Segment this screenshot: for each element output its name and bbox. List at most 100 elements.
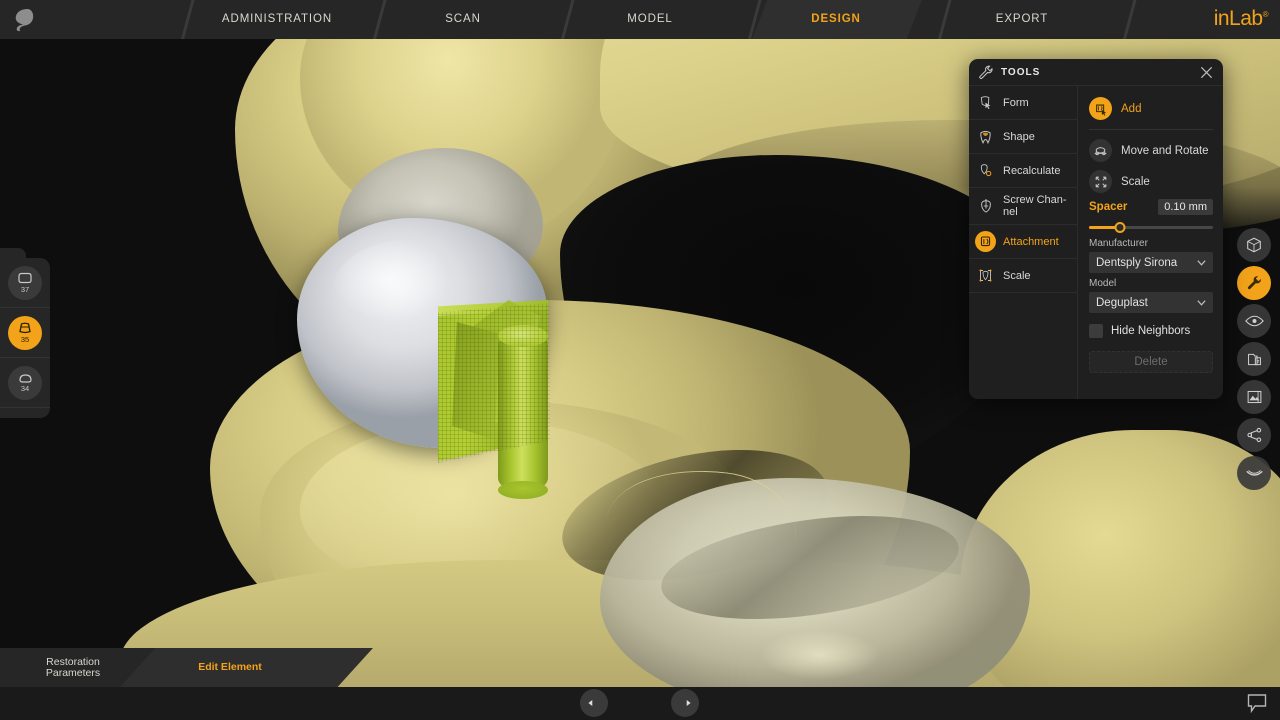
nav-separator (735, 0, 775, 39)
action-scale[interactable]: Scale (1089, 166, 1213, 197)
tooth-cursor-icon (975, 92, 996, 113)
connect-link-icon[interactable] (1237, 418, 1271, 452)
spacer-label: Spacer (1089, 201, 1127, 213)
arrow-right-icon (678, 697, 692, 709)
image-gallery-icon[interactable] (1237, 380, 1271, 414)
nav-tab-scan[interactable]: SCAN (400, 0, 526, 39)
attachment-icon (979, 235, 992, 248)
tools-list: Form Shape (969, 86, 1078, 399)
model-select[interactable]: Deguplast (1089, 292, 1213, 313)
tooth-item-37[interactable]: 37 (0, 258, 50, 308)
wrench-icon (1245, 274, 1263, 292)
tooth-selection-rail: 37 35 34 (0, 258, 50, 418)
sirona-logo-icon[interactable] (13, 8, 35, 32)
hide-neighbors-row[interactable]: Hide Neighbors (1089, 324, 1213, 338)
tool-label: Screw Chan- nel (1003, 194, 1067, 218)
arrow-left-icon (587, 697, 601, 709)
tooth-item-35[interactable]: 35 (0, 308, 50, 358)
hide-neighbors-checkbox[interactable] (1089, 324, 1103, 338)
jaw-arch-icon[interactable] (1237, 456, 1271, 490)
3d-object-icon[interactable] (1237, 228, 1271, 262)
action-add[interactable]: Add (1089, 93, 1213, 124)
nav-separator (548, 0, 588, 39)
hide-neighbors-label: Hide Neighbors (1111, 325, 1190, 337)
attachment-cylinder[interactable] (498, 332, 548, 492)
eye-icon (1245, 314, 1264, 328)
tool-item-screw-channel[interactable]: Screw Chan- nel (969, 188, 1077, 225)
tooth-icon-35: 35 (8, 316, 42, 350)
image-icon (1246, 389, 1263, 405)
delete-button[interactable]: Delete (1089, 351, 1213, 373)
manufacturer-select[interactable]: Dentsply Sirona (1089, 252, 1213, 273)
tab-restoration-parameters[interactable]: Restoration Parameters (18, 648, 128, 687)
nav-tab-model[interactable]: MODEL (590, 0, 710, 39)
scale-bbox-icon (975, 265, 996, 286)
action-label: Move and Rotate (1121, 145, 1209, 157)
wrench-tools-icon[interactable] (1237, 266, 1271, 300)
brand-text: inLab (1214, 7, 1263, 30)
tooth-number-label: 37 (21, 286, 29, 293)
manufacturer-label: Manufacturer (1089, 238, 1213, 249)
comment-bubble-icon[interactable] (1246, 692, 1268, 714)
tooth-icon (18, 373, 33, 384)
recalculate-icon (978, 163, 993, 178)
attachment-cylinder-top-cap (498, 325, 548, 347)
nav-tab-design[interactable]: DESIGN (776, 0, 896, 39)
spacer-value-field[interactable]: 0.10 mm (1158, 199, 1213, 215)
nav-tab-export[interactable]: EXPORT (962, 0, 1082, 39)
tool-label: Form (1003, 97, 1029, 109)
recalculate-icon (975, 160, 996, 181)
tool-item-scale[interactable]: Scale (969, 259, 1077, 293)
options-divider (1089, 129, 1213, 130)
nav-separator (1110, 0, 1150, 39)
bottom-tab-bar: Restoration Parameters Edit Element (0, 648, 373, 687)
tools-panel-title: TOOLS (1001, 67, 1040, 78)
action-label: Add (1121, 103, 1141, 115)
wrench-icon (977, 64, 994, 81)
tab-edit-element[interactable]: Edit Element (160, 648, 300, 687)
tooth-icon-37: 37 (8, 266, 42, 300)
tool-label: Attachment (1003, 236, 1059, 248)
add-attachment-icon (1094, 102, 1108, 116)
scale-bbox-icon (978, 268, 993, 283)
model-value: Deguplast (1096, 297, 1148, 309)
spacer-slider[interactable] (1089, 226, 1213, 229)
folder-documents-icon[interactable] (1237, 342, 1271, 376)
tool-item-form[interactable]: Form (969, 86, 1077, 120)
tool-options-pane: Add Move and Rotate (1078, 86, 1223, 399)
action-move-and-rotate[interactable]: Move and Rotate (1089, 135, 1213, 166)
inlab-design-application: ADMINISTRATION SCAN MODEL DESIGN EXPORT … (0, 0, 1280, 720)
screw-channel-icon (975, 196, 996, 217)
attachment-cylinder-bottom-cap (498, 481, 548, 499)
tooth-item-34[interactable]: 34 (0, 358, 50, 408)
inlab-brand-logo: inLab® (1214, 7, 1268, 31)
top-navigation-bar: ADMINISTRATION SCAN MODEL DESIGN EXPORT … (0, 0, 1280, 39)
spacer-slider-thumb[interactable] (1115, 222, 1126, 233)
nav-separator (360, 0, 400, 39)
action-label: Scale (1121, 176, 1150, 188)
close-icon[interactable] (1199, 65, 1214, 80)
screw-channel-icon (979, 198, 993, 214)
tool-item-shape[interactable]: Shape (969, 120, 1077, 154)
tool-item-recalculate[interactable]: Recalculate (969, 154, 1077, 188)
add-attachment-icon (1089, 97, 1112, 120)
attachment-wing-secondary (452, 322, 500, 440)
eye-visibility-icon[interactable] (1237, 304, 1271, 338)
chevron-down-icon (1196, 297, 1207, 308)
attachment-icon (975, 231, 996, 252)
manufacturer-value: Dentsply Sirona (1096, 257, 1177, 269)
tool-label: Recalculate (1003, 165, 1060, 177)
tool-label: Scale (1003, 270, 1031, 282)
previous-step-button[interactable] (580, 689, 608, 717)
spacer-row: Spacer 0.10 mm (1089, 199, 1213, 215)
tool-item-attachment[interactable]: Attachment (969, 225, 1077, 259)
next-step-button[interactable] (671, 689, 699, 717)
tools-panel-body: Form Shape (969, 86, 1223, 399)
scale-arrows-icon (1089, 170, 1112, 193)
tooth-cursor-icon (978, 95, 993, 110)
chevron-down-icon (1196, 257, 1207, 268)
scale-arrows-icon (1094, 175, 1108, 189)
folder-icon (1246, 351, 1263, 368)
bottom-bar (0, 687, 1280, 720)
nav-tab-administration[interactable]: ADMINISTRATION (202, 0, 352, 39)
